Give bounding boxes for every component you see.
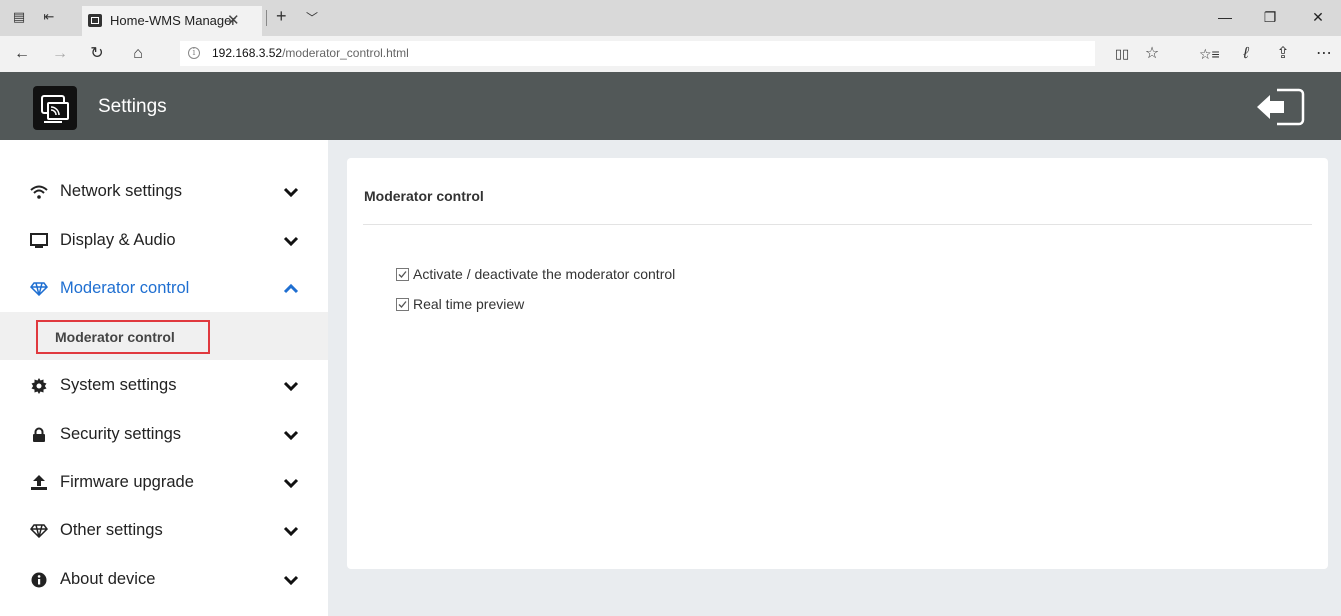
minimize-icon[interactable]: — [1205,6,1245,28]
checkbox-checked-icon[interactable] [396,268,409,281]
sidebar-item-other-settings[interactable]: Other settings [0,511,328,551]
submenu-item-moderator-control[interactable]: Moderator control [36,320,210,354]
tab-close-icon[interactable]: ✕ [227,11,240,29]
tab-title: Home-WMS Manager [110,13,236,28]
reading-view-icon[interactable]: ▯▯ [1112,44,1132,64]
diamond-icon [30,279,48,299]
sidebar-item-security-settings[interactable]: Security settings [0,415,328,455]
sidebar-item-display-audio[interactable]: Display & Audio [0,221,328,261]
sidebar-item-label: Firmware upgrade [60,473,194,491]
section-title: Moderator control [364,188,484,204]
window-close-icon[interactable]: ✕ [1298,6,1338,28]
submenu: Moderator control [0,312,328,360]
chevron-down-icon [283,572,299,588]
checkbox-label: Real time preview [413,296,525,312]
tab-divider [266,10,267,26]
browser-tab-bar: ▤ ⇤ Home-WMS Manager ✕ + ﹀ — ❐ ✕ [0,0,1341,36]
info-icon [30,570,48,590]
chevron-down-icon [283,427,299,443]
divider [363,224,1312,225]
diamond-icon [30,521,48,541]
sidebar-item-network-settings[interactable]: Network settings [0,172,328,212]
home-icon[interactable]: ⌂ [128,44,148,64]
favorite-star-icon[interactable]: ☆ [1142,44,1162,64]
sidebar-item-label: Security settings [60,425,182,443]
sidebar-item-system-settings[interactable]: System settings [0,366,328,406]
set-aside-tabs-icon[interactable]: ⇤ [40,8,58,26]
sidebar-item-label: Network settings [60,182,182,200]
forward-icon[interactable]: → [50,44,70,64]
app-header: Settings [0,72,1341,140]
restore-icon[interactable]: ❐ [1250,6,1290,28]
app-logo-icon [33,86,77,130]
url-path: /moderator_control.html [282,46,409,60]
lock-icon [30,425,48,445]
checkbox-checked-icon[interactable] [396,298,409,311]
url-text: 192.168.3.52/moderator_control.html [212,46,409,60]
chevron-down-icon [283,233,299,249]
chevron-down-icon [283,378,299,394]
sidebar-item-label: About device [60,570,156,588]
sidebar-item-label: System settings [60,376,177,394]
wifi-icon [30,182,48,202]
logout-icon[interactable] [1255,88,1305,126]
tab-list-chevron-icon[interactable]: ﹀ [306,9,318,26]
share-icon[interactable]: ⇪ [1273,44,1293,64]
browser-address-bar: ← → ↻ ⌂ i 192.168.3.52/moderator_control… [0,36,1341,72]
checkbox-label: Activate / deactivate the moderator cont… [413,266,676,282]
tab-manager-icon[interactable]: ▤ [10,8,28,26]
chevron-up-icon [283,281,299,297]
upload-icon [30,473,48,493]
url-field[interactable]: i 192.168.3.52/moderator_control.html [180,41,1095,66]
submenu-item-label: Moderator control [55,329,175,345]
site-info-icon[interactable]: i [188,47,200,59]
new-tab-icon[interactable]: + [276,6,287,27]
back-icon[interactable]: ← [12,44,32,64]
page-title: Settings [98,96,167,117]
sidebar: Network settings Display & Audio Moderat… [0,140,328,616]
chevron-down-icon [283,523,299,539]
chevron-down-icon [283,475,299,491]
browser-tab[interactable]: Home-WMS Manager ✕ [82,6,262,36]
refresh-icon[interactable]: ↻ [87,44,107,64]
gear-icon [30,376,48,396]
tab-favicon-icon [88,14,102,27]
url-host: 192.168.3.52 [212,46,283,60]
sidebar-item-label: Moderator control [60,279,190,297]
chevron-down-icon [283,184,299,200]
favorites-list-icon[interactable]: ☆≡ [1199,44,1220,64]
sidebar-item-label: Display & Audio [60,231,176,249]
more-menu-icon[interactable]: ⋯ [1314,44,1334,64]
notes-pen-icon[interactable]: ℓ [1236,44,1256,64]
sidebar-item-moderator-control[interactable]: Moderator control [0,269,328,309]
sidebar-item-about-device[interactable]: About device [0,560,328,600]
sidebar-item-firmware-upgrade[interactable]: Firmware upgrade [0,463,328,503]
sidebar-item-label: Other settings [60,521,163,539]
monitor-icon [30,231,48,251]
content-panel: Moderator control Activate / deactivate … [347,158,1328,569]
